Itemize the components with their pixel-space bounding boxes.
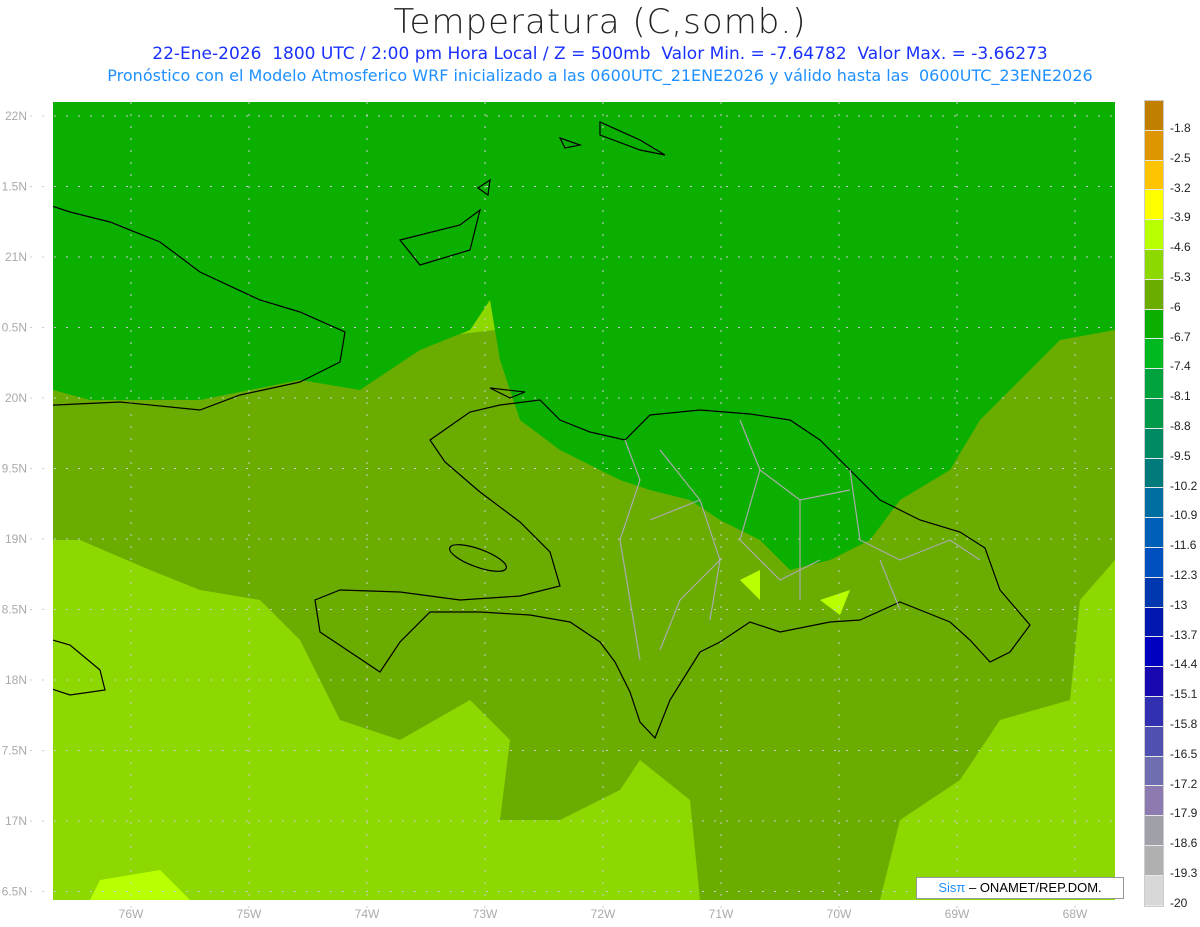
colorbar-label: -3.9: [1170, 210, 1191, 225]
colorbar-label: -19.3: [1170, 866, 1198, 880]
colorbar-label: -15.8: [1170, 717, 1198, 731]
lat-label: 21N: [5, 250, 27, 264]
colorbar-swatch: [1145, 101, 1163, 131]
colorbar: [1144, 100, 1164, 907]
lon-label: 76W: [119, 907, 144, 921]
colorbar-label: -9.5: [1170, 448, 1191, 463]
colorbar-label: -5.3: [1170, 270, 1191, 284]
colorbar-swatch: [1145, 845, 1163, 876]
lat-label: 1.5N: [2, 180, 27, 194]
lat-label: 9.5N: [2, 462, 27, 476]
colorbar-swatch: [1145, 458, 1163, 489]
colorbar-swatch: [1145, 130, 1163, 161]
lon-label: 73W: [473, 907, 498, 921]
colorbar-label: -8.1: [1170, 389, 1191, 404]
longitude-labels: 76W 75W 74W 73W 72W 71W 70W 69W 68W: [119, 907, 1088, 921]
colorbar-label: -7.4: [1170, 359, 1191, 374]
colorbar-swatch: [1145, 279, 1163, 310]
colorbar-swatch: [1145, 607, 1163, 638]
colorbar-label: -8.8: [1170, 419, 1191, 433]
colorbar-swatch: [1145, 726, 1163, 757]
colorbar-label: -17.9: [1170, 806, 1198, 821]
lat-label: 6.5N: [2, 885, 27, 899]
lon-label: 75W: [237, 907, 262, 921]
temperature-map: 22N 1.5N 21N 0.5N 20N 9.5N 19N 8.5N 18N 7.5N 17N 6.…: [2, 102, 1115, 921]
colorbar-label: -1.8: [1170, 121, 1191, 135]
colorbar-swatch: [1145, 309, 1163, 340]
colorbar-swatch: [1145, 249, 1163, 280]
colorbar-swatch: [1145, 786, 1163, 817]
colorbar-swatch: [1145, 428, 1163, 459]
lat-label: 22N: [5, 109, 27, 123]
lon-label: 72W: [591, 907, 616, 921]
colorbar-label: -4.6: [1170, 240, 1191, 255]
credit-box: Sisπ – ONAMET/REP.DOM.: [916, 877, 1124, 899]
colorbar-label: -20: [1170, 895, 1188, 910]
colorbar-label: -17.2: [1170, 776, 1198, 791]
lon-label: 71W: [709, 907, 734, 921]
colorbar-swatch: [1145, 220, 1163, 250]
colorbar-label: -6.7: [1170, 329, 1191, 344]
colorbar-swatch: [1145, 488, 1163, 519]
colorbar-label: -14.4: [1170, 657, 1198, 672]
colorbar-label: -2.5: [1170, 150, 1191, 165]
colorbar-swatch: [1145, 339, 1163, 370]
lat-label: 7.5N: [2, 744, 27, 758]
colorbar-label: -3.2: [1170, 180, 1191, 195]
lat-label: 8.5N: [2, 603, 27, 617]
lon-label: 68W: [1063, 907, 1088, 921]
colorbar-label: -16.5: [1170, 746, 1198, 761]
colorbar-swatch: [1145, 547, 1163, 578]
lat-label: 20N: [5, 391, 27, 405]
lon-label: 69W: [945, 907, 970, 921]
lon-label: 74W: [355, 907, 380, 921]
colorbar-swatch: [1145, 577, 1163, 608]
colorbar-swatch: [1145, 637, 1163, 668]
latitude-labels: 22N 1.5N 21N 0.5N 20N 9.5N 19N 8.5N 18N 7.5N 17N 6.…: [2, 109, 27, 899]
lat-label: 0.5N: [2, 321, 27, 335]
sispi-logo: Sisπ: [938, 880, 966, 895]
colorbar-swatch: [1145, 518, 1163, 548]
colorbar-swatch: [1145, 696, 1163, 727]
colorbar-swatch: [1145, 160, 1163, 191]
colorbar-label: -12.3: [1170, 568, 1198, 582]
lon-label: 70W: [827, 907, 852, 921]
colorbar-label: -15.1: [1170, 687, 1198, 702]
lat-label: 19N: [5, 532, 27, 546]
colorbar-swatch: [1145, 875, 1163, 906]
colorbar-swatch: [1145, 667, 1163, 697]
colorbar-label: -13.7: [1170, 627, 1198, 642]
colorbar-label: -11.6: [1170, 538, 1197, 553]
colorbar-swatch: [1145, 756, 1163, 787]
colorbar-label: -10.2: [1170, 478, 1198, 493]
credit-text: – ONAMET/REP.DOM.: [965, 880, 1102, 895]
colorbar-swatch: [1145, 398, 1163, 429]
colorbar-label: -18.6: [1170, 836, 1198, 851]
colorbar-label: -10.9: [1170, 508, 1198, 523]
colorbar-swatch: [1145, 369, 1163, 399]
lat-label: 18N: [5, 673, 27, 687]
colorbar-swatch: [1145, 190, 1163, 221]
colorbar-swatch: [1145, 816, 1163, 846]
colorbar-label: -13: [1170, 597, 1188, 612]
colorbar-label: -6: [1170, 299, 1181, 314]
lat-label: 17N: [5, 814, 27, 828]
